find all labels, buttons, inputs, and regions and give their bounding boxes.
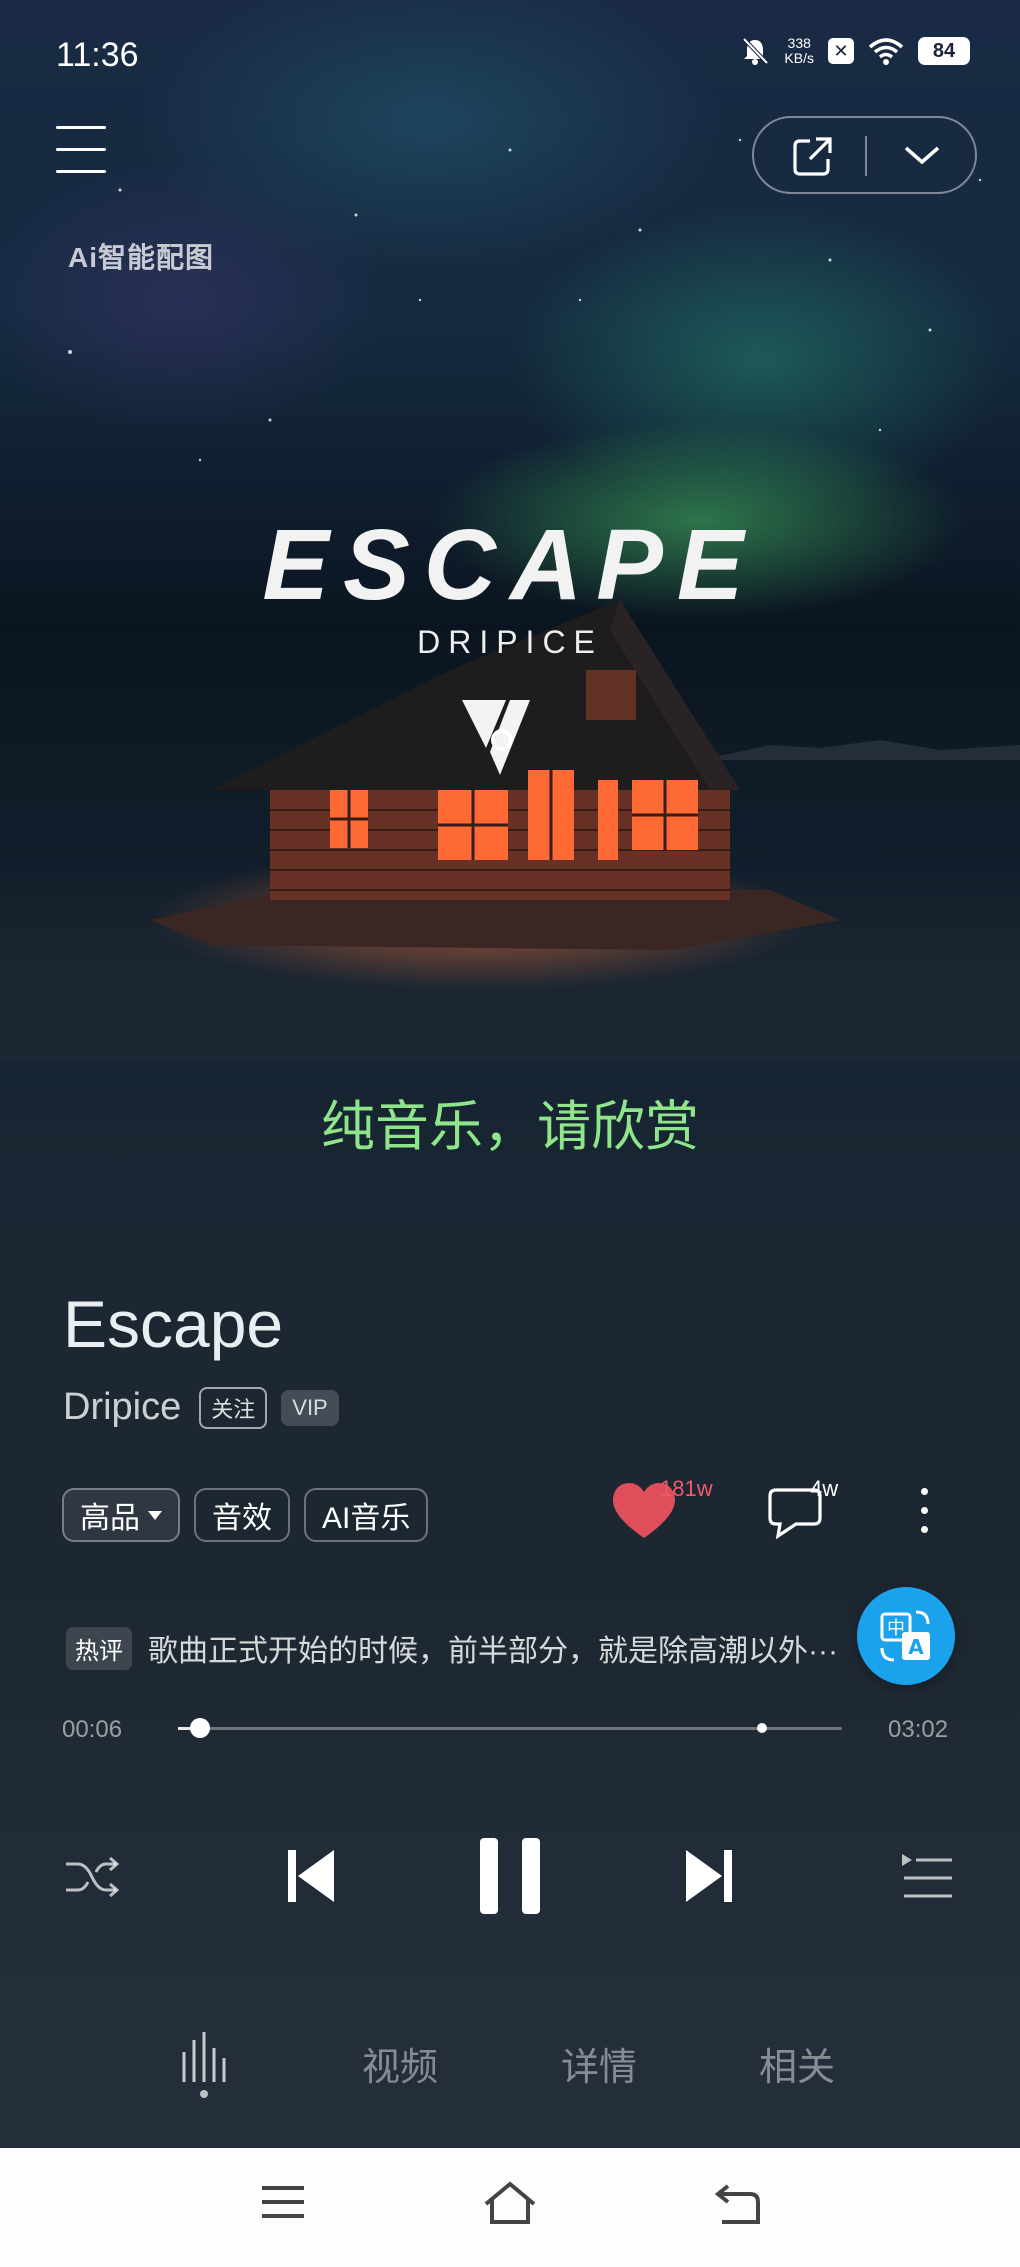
network-speed: 338 KB/s — [784, 35, 814, 66]
quality-chips: 高品 音效 AI音乐 — [62, 1488, 429, 1542]
pill-divider — [865, 136, 867, 176]
top-actions-pill — [752, 116, 977, 194]
ai-image-badge: Ai智能配图 — [68, 242, 215, 273]
more-options-button[interactable] — [914, 1488, 934, 1544]
battery-indicator: 84 — [918, 37, 970, 65]
shuffle-icon[interactable] — [64, 1852, 120, 1902]
hot-comment-tag: 热评 — [66, 1626, 132, 1670]
tab-related[interactable]: 相关 — [759, 2036, 835, 2091]
tab-lyrics-equalizer-icon[interactable] — [180, 2030, 230, 2086]
mute-bell-icon — [742, 37, 769, 65]
follow-button[interactable]: 关注 — [199, 1386, 268, 1429]
next-track-icon[interactable] — [680, 1846, 736, 1906]
no-sim-icon: ✕ — [828, 38, 854, 64]
translate-icon: 中 A — [880, 1610, 930, 1662]
comment-count: 4w — [810, 1476, 839, 1501]
climax-marker — [757, 1723, 768, 1733]
sound-effects-chip[interactable]: 音效 — [194, 1488, 290, 1542]
chevron-down-icon[interactable] — [902, 140, 942, 170]
menu-button[interactable] — [56, 126, 108, 176]
album-art-title: ESCAPE — [262, 509, 758, 621]
system-navigation-bar — [0, 2148, 1020, 2267]
lyric-line[interactable]: 纯音乐，请欣赏 — [0, 1082, 1020, 1161]
total-time: 03:02 — [888, 1716, 949, 1743]
back-icon[interactable] — [712, 2180, 762, 2226]
artist-row: Dripice 关注 VIP — [63, 1386, 339, 1429]
caret-down-icon — [148, 1510, 162, 1520]
tab-active-dot — [200, 2090, 208, 2098]
status-time: 11:36 — [56, 36, 139, 74]
status-icons: 338 KB/s ✕ 84 — [740, 36, 970, 66]
wifi-icon — [868, 38, 904, 65]
pause-icon[interactable] — [478, 1836, 542, 1916]
quality-select-chip[interactable]: 高品 — [62, 1488, 180, 1542]
bottom-tabs: 视频 详情 相关 — [0, 2030, 1020, 2110]
song-title: Escape — [63, 1287, 284, 1361]
home-icon[interactable] — [482, 2180, 538, 2226]
player-screen: ESCAPE DRIPICE 11:36 338 KB/s ✕ 84 Ai智能配… — [0, 0, 1020, 2267]
tab-video[interactable]: 视频 — [362, 2036, 438, 2091]
translate-button[interactable]: 中 A — [857, 1587, 955, 1685]
previous-track-icon[interactable] — [284, 1846, 340, 1906]
playlist-icon[interactable] — [900, 1852, 956, 1902]
vip-badge: VIP — [281, 1389, 339, 1426]
progress-track[interactable] — [178, 1718, 842, 1738]
hot-comment-text: 歌曲正式开始的时候，前半部分，就是除高潮以外··· — [148, 1635, 838, 1668]
album-art-subtitle: DRIPICE — [417, 624, 603, 660]
progress-thumb[interactable] — [189, 1718, 210, 1738]
current-time: 00:06 — [62, 1716, 123, 1743]
artist-name[interactable]: Dripice — [63, 1386, 181, 1429]
hot-comment-row[interactable]: 热评 歌曲正式开始的时候，前半部分，就是除高潮以外··· — [66, 1626, 838, 1670]
like-count: 181w — [660, 1476, 713, 1501]
status-bar: 11:36 338 KB/s ✕ 84 — [0, 0, 1020, 110]
ai-music-chip[interactable]: AI音乐 — [304, 1488, 429, 1542]
tab-details[interactable]: 详情 — [561, 2036, 637, 2091]
recent-apps-icon[interactable] — [260, 2180, 306, 2224]
svg-text:A: A — [908, 1635, 924, 1659]
share-icon[interactable] — [790, 135, 834, 179]
